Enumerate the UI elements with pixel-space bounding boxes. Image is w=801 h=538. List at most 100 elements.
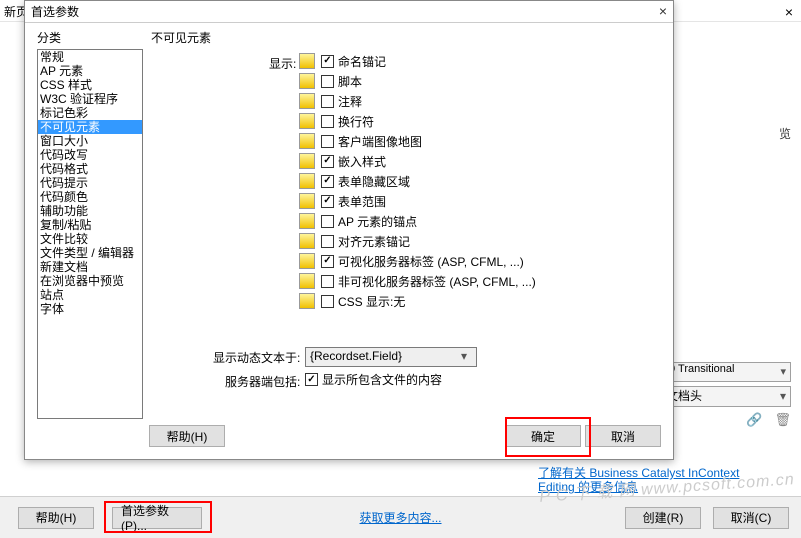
option-row: 对齐元素锚记: [299, 231, 536, 251]
help-button[interactable]: 帮助(H): [149, 425, 225, 447]
option-label: AP 元素的锚点: [338, 213, 417, 230]
server-include-text: 显示所包含文件的内容: [322, 371, 442, 388]
dialog-title: 首选参数: [31, 3, 79, 20]
link-icon[interactable]: 🔗: [746, 412, 762, 428]
category-item[interactable]: 辅助功能: [38, 204, 142, 218]
bg-icons: 🔗 🗑: [746, 412, 791, 428]
server-include-row: 显示所包含文件的内容: [305, 371, 442, 388]
option-row: AP 元素的锚点: [299, 211, 536, 231]
dialog-titlebar: 首选参数 ×: [25, 1, 673, 23]
option-checkbox[interactable]: [321, 175, 334, 188]
option-row: 命名锚记: [299, 51, 536, 71]
option-icon: [299, 253, 315, 269]
option-label: 命名锚记: [338, 53, 386, 70]
option-icon: [299, 173, 315, 189]
category-item[interactable]: 代码颜色: [38, 190, 142, 204]
create-button[interactable]: 创建(R): [625, 507, 701, 529]
category-item[interactable]: 代码改写: [38, 148, 142, 162]
option-row: 客户端图像地图: [299, 131, 536, 151]
option-label: 表单隐藏区域: [338, 173, 410, 190]
category-item[interactable]: 在浏览器中预览: [38, 274, 142, 288]
dynamic-text-label: 显示动态文本于:: [213, 349, 300, 366]
doc-head-select[interactable]: 文档头: [661, 386, 791, 407]
category-item[interactable]: 字体: [38, 302, 142, 316]
option-row: 换行符: [299, 111, 536, 131]
option-checkbox[interactable]: [321, 235, 334, 248]
category-item[interactable]: 复制/粘贴: [38, 218, 142, 232]
option-icon: [299, 193, 315, 209]
category-item[interactable]: 新建文档: [38, 260, 142, 274]
option-checkbox[interactable]: [321, 255, 334, 268]
close-icon[interactable]: ×: [659, 3, 667, 19]
option-row: 可视化服务器标签 (ASP, CFML, ...): [299, 251, 536, 271]
option-checkbox[interactable]: [321, 195, 334, 208]
option-label: 脚本: [338, 73, 362, 90]
dialog-footer: 帮助(H) 确定 取消: [25, 425, 673, 451]
category-list[interactable]: 常规AP 元素CSS 样式W3C 验证程序标记色彩不可见元素窗口大小代码改写代码…: [37, 49, 143, 419]
category-item[interactable]: 文件比较: [38, 232, 142, 246]
category-item[interactable]: 窗口大小: [38, 134, 142, 148]
category-item[interactable]: W3C 验证程序: [38, 92, 142, 106]
option-checkbox[interactable]: [321, 295, 334, 308]
option-checkbox[interactable]: [321, 155, 334, 168]
option-label: CSS 显示:无: [338, 293, 405, 310]
category-item[interactable]: 常规: [38, 50, 142, 64]
option-icon: [299, 153, 315, 169]
option-row: 脚本: [299, 71, 536, 91]
option-label: 注释: [338, 93, 362, 110]
category-item[interactable]: 站点: [38, 288, 142, 302]
show-label: 显示:: [269, 55, 296, 72]
option-row: 非可视化服务器标签 (ASP, CFML, ...): [299, 271, 536, 291]
preferences-button[interactable]: 首选参数(P)...: [112, 507, 202, 529]
option-checkbox[interactable]: [321, 75, 334, 88]
category-item[interactable]: AP 元素: [38, 64, 142, 78]
option-label: 嵌入样式: [338, 153, 386, 170]
close-icon[interactable]: ×: [785, 4, 793, 20]
option-label: 非可视化服务器标签 (ASP, CFML, ...): [338, 273, 536, 290]
trash-icon[interactable]: 🗑: [774, 412, 791, 428]
category-item[interactable]: 不可见元素: [38, 120, 142, 134]
server-include-label: 服务器端包括:: [225, 373, 300, 390]
category-item[interactable]: 代码格式: [38, 162, 142, 176]
learn-more-link[interactable]: 了解有关 Business Catalyst InContext Editing…: [538, 466, 739, 494]
cancel-button[interactable]: 取消(C): [713, 507, 789, 529]
preferences-dialog: 首选参数 × 分类 不可见元素 常规AP 元素CSS 样式W3C 验证程序标记色…: [24, 0, 674, 460]
server-include-checkbox[interactable]: [305, 373, 318, 386]
category-item[interactable]: 代码提示: [38, 176, 142, 190]
page-title: 不可见元素: [151, 29, 211, 46]
option-label: 对齐元素锚记: [338, 233, 410, 250]
option-icon: [299, 93, 315, 109]
option-icon: [299, 113, 315, 129]
option-row: 表单隐藏区域: [299, 171, 536, 191]
help-button[interactable]: 帮助(H): [18, 507, 94, 529]
option-icon: [299, 53, 315, 69]
option-icon: [299, 233, 315, 249]
category-item[interactable]: CSS 样式: [38, 78, 142, 92]
option-checkbox[interactable]: [321, 215, 334, 228]
dialog-body: 分类 不可见元素 常规AP 元素CSS 样式W3C 验证程序标记色彩不可见元素窗…: [31, 25, 667, 419]
option-icon: [299, 213, 315, 229]
option-icon: [299, 73, 315, 89]
content-area: 显示: 命名锚记脚本注释换行符客户端图像地图嵌入样式表单隐藏区域表单范围AP 元…: [151, 49, 667, 419]
option-icon: [299, 293, 315, 309]
option-row: CSS 显示:无: [299, 291, 536, 311]
category-item[interactable]: 标记色彩: [38, 106, 142, 120]
option-checkbox[interactable]: [321, 55, 334, 68]
option-checkbox[interactable]: [321, 115, 334, 128]
bottom-bar: 帮助(H) 首选参数(P)... 获取更多内容... 创建(R) 取消(C): [0, 496, 801, 538]
cancel-button[interactable]: 取消: [585, 425, 661, 447]
category-item[interactable]: 文件类型 / 编辑器: [38, 246, 142, 260]
option-checkbox[interactable]: [321, 275, 334, 288]
option-checkbox[interactable]: [321, 135, 334, 148]
option-checkbox[interactable]: [321, 95, 334, 108]
option-row: 嵌入样式: [299, 151, 536, 171]
option-icon: [299, 133, 315, 149]
doctype-select[interactable]: .0 Transitional: [661, 362, 791, 382]
option-row: 注释: [299, 91, 536, 111]
bg-right-label: 览: [779, 125, 791, 142]
options-list: 命名锚记脚本注释换行符客户端图像地图嵌入样式表单隐藏区域表单范围AP 元素的锚点…: [299, 51, 536, 311]
get-more-link[interactable]: 获取更多内容...: [359, 509, 441, 526]
option-label: 可视化服务器标签 (ASP, CFML, ...): [338, 253, 524, 270]
ok-button[interactable]: 确定: [505, 425, 581, 447]
dynamic-text-select[interactable]: {Recordset.Field}: [305, 347, 477, 367]
